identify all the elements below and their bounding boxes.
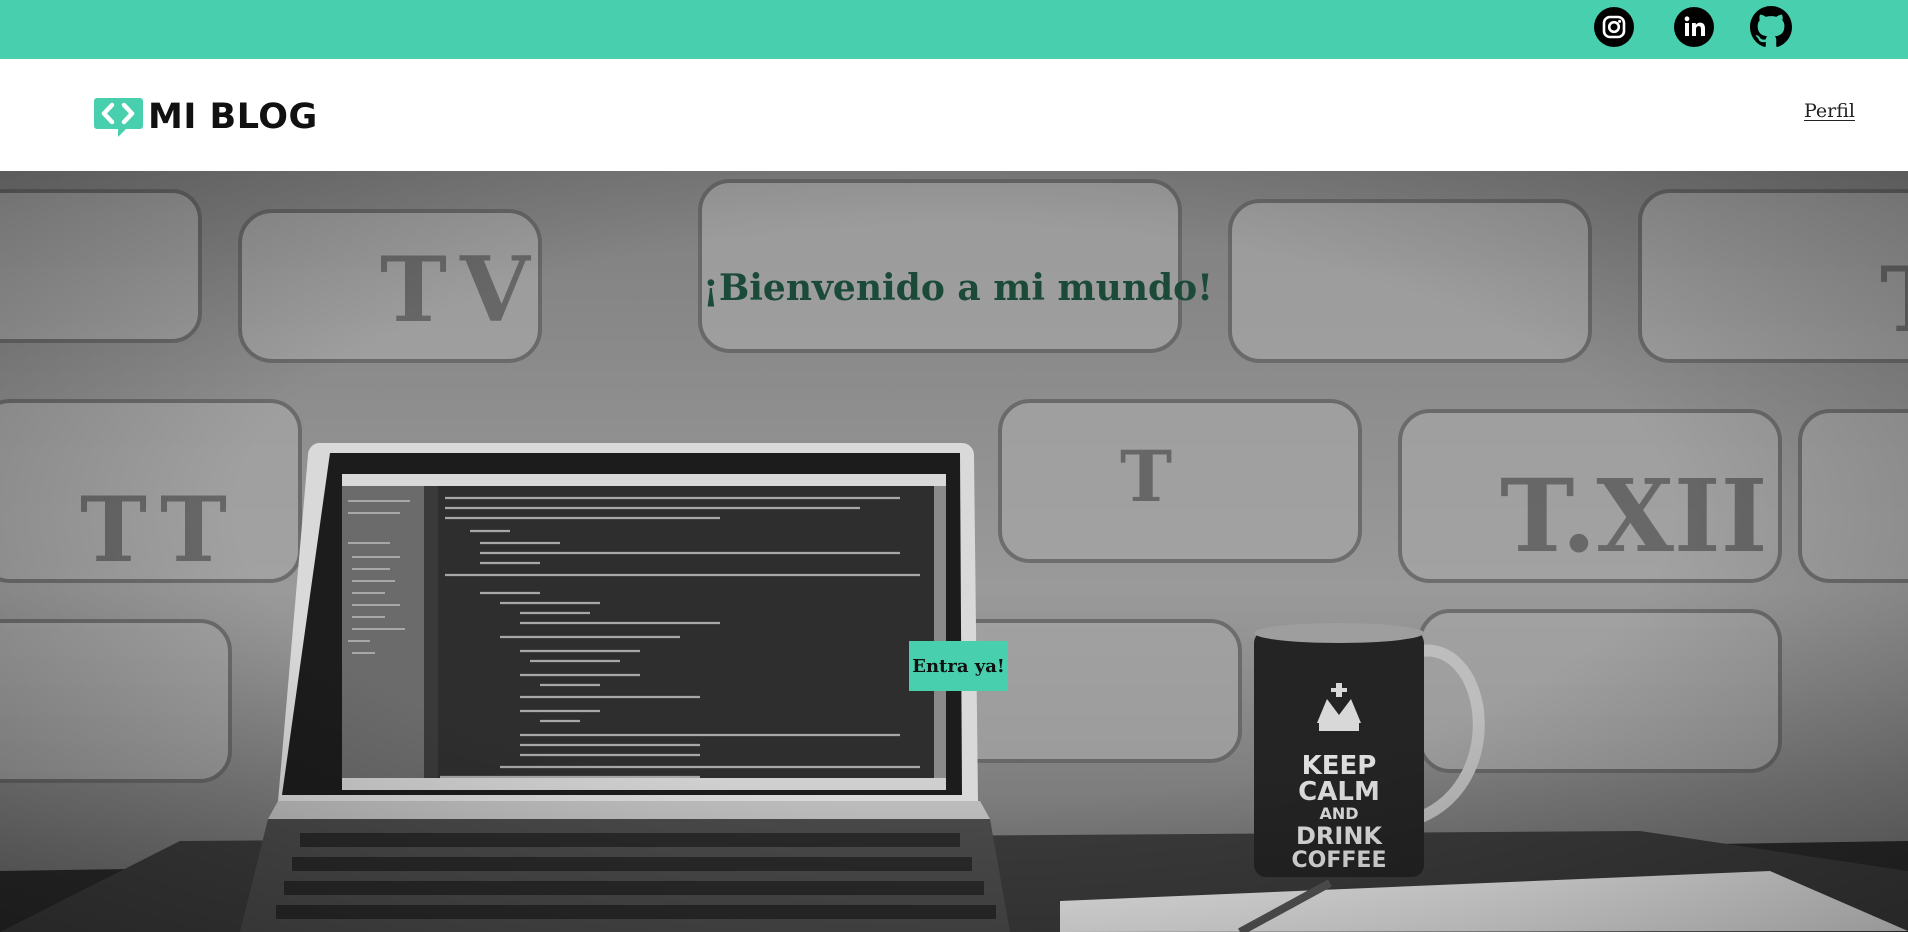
linkedin-link[interactable] <box>1673 6 1715 48</box>
instagram-link[interactable] <box>1593 6 1635 48</box>
github-link[interactable] <box>1750 6 1792 48</box>
site-header: MI BLOG Perfil <box>0 59 1908 171</box>
code-bubble-icon <box>94 98 143 137</box>
instagram-icon <box>1594 7 1634 47</box>
hero-section: T V T T T T.XII T <box>0 171 1908 932</box>
hero-title: ¡Bienvenido a mi mundo! <box>703 267 1213 309</box>
social-bar <box>0 0 1908 59</box>
nav-link-perfil[interactable]: Perfil <box>1804 100 1855 122</box>
enter-button[interactable]: Entra ya! <box>909 641 1008 691</box>
site-logo[interactable]: MI BLOG <box>93 96 318 138</box>
linkedin-icon <box>1674 7 1714 47</box>
github-icon <box>1750 6 1792 47</box>
logo-text: MI BLOG <box>148 97 318 137</box>
